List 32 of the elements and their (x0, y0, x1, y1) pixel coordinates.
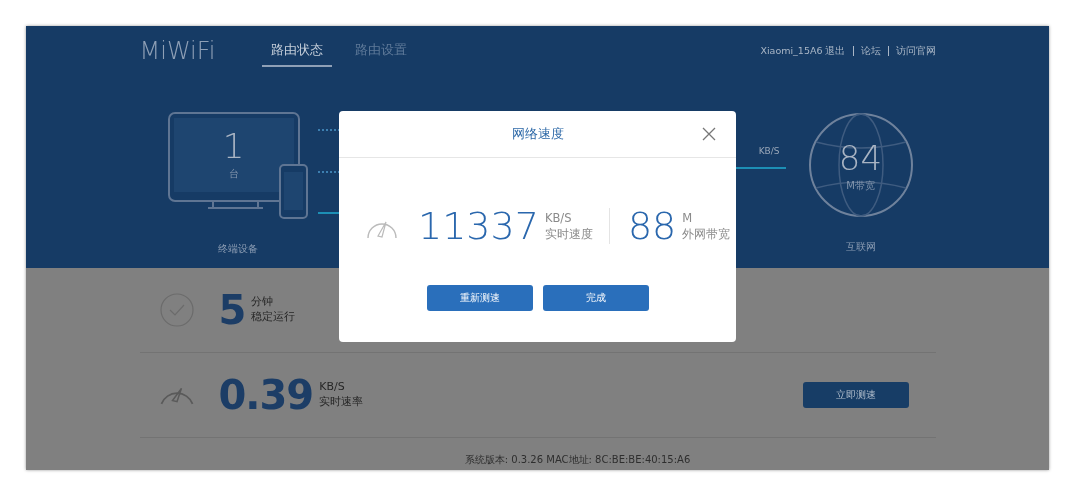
stat-unit: 分钟 (251, 295, 275, 310)
stat-unit: KB/S (319, 380, 346, 395)
stat-label: 稳定运行 (251, 310, 296, 325)
device-count-unit: 台 (228, 167, 239, 181)
internet-label: 互联网 (845, 240, 876, 254)
speed-test-button[interactable]: 立即测速 (802, 382, 909, 408)
stat-value: 0.39 (218, 372, 314, 418)
speed-value: 11337 (418, 204, 539, 248)
bandwidth-unit: M带宽 (846, 179, 875, 193)
speed-unit: KB/S (544, 209, 573, 226)
bandwidth-value: 88 (627, 204, 677, 248)
close-icon[interactable] (702, 127, 716, 141)
bandwidth-label: 外网带宽 (682, 226, 731, 243)
stat-label: 实时速率 (319, 395, 364, 410)
system-info: 系统版本: 0.3.26 MAC地址: 8C:BE:BE:40:15:A6 (464, 454, 691, 465)
gauge-icon (159, 385, 194, 405)
speed-label: 实时速度 (544, 226, 593, 243)
connector-line (734, 167, 786, 169)
stat-value: 5 (218, 287, 246, 333)
devices-label: 终端设备 (217, 242, 258, 256)
speed-unit: KB/S (758, 146, 780, 156)
header-link[interactable]: 论坛 (860, 44, 881, 58)
bandwidth-value: 84 (838, 141, 883, 175)
logo: MiWiFi (139, 37, 217, 65)
header-link[interactable]: Xiaomi_15A6 退出 (760, 44, 846, 58)
dialog-title: 网络速度 (511, 125, 564, 143)
dialog-button[interactable]: 重新测速 (426, 285, 533, 311)
nav-tab[interactable]: 路由状态 (261, 35, 332, 67)
header-link[interactable]: 访问官网 (895, 44, 936, 58)
dialog-button[interactable]: 完成 (542, 285, 649, 311)
bandwidth-unit: M (682, 209, 694, 226)
device-count: 1 (222, 129, 245, 163)
